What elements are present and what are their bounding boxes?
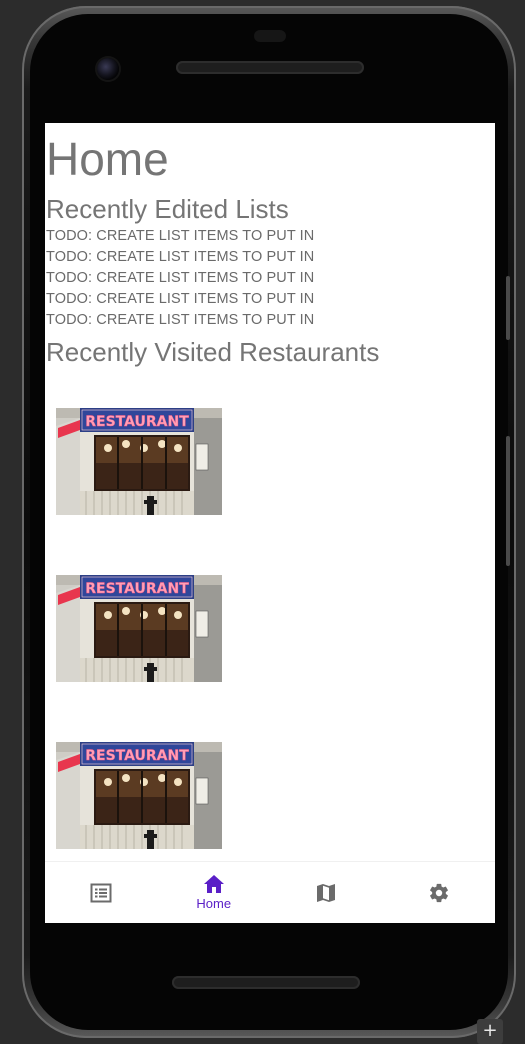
restaurant-thumbnail[interactable]: RESTAURANT xyxy=(56,575,222,682)
page-title: Home xyxy=(46,133,169,185)
home-content: Home Recently Edited Lists TODO: CREATE … xyxy=(45,123,495,861)
power-button[interactable] xyxy=(506,436,510,566)
map-icon xyxy=(317,883,336,902)
restaurant-photo: RESTAURANT xyxy=(56,408,222,515)
restaurant-thumbnail[interactable]: RESTAURANT xyxy=(56,408,222,515)
list-item[interactable]: TODO: CREATE LIST ITEMS TO PUT IN xyxy=(46,229,314,244)
nav-map[interactable] xyxy=(270,862,383,923)
nav-home-label: Home xyxy=(196,896,232,911)
home-icon xyxy=(203,875,224,893)
nav-settings[interactable] xyxy=(383,862,496,923)
list-item[interactable]: TODO: CREATE LIST ITEMS TO PUT IN xyxy=(46,250,314,265)
top-speaker xyxy=(176,61,364,74)
list-icon xyxy=(90,883,112,902)
restaurant-photo: RESTAURANT xyxy=(56,575,222,682)
settings-icon xyxy=(429,883,448,902)
earpiece xyxy=(254,30,286,42)
nav-home[interactable]: Home xyxy=(158,862,271,923)
emulator-stage: Home Recently Edited Lists TODO: CREATE … xyxy=(0,0,525,1044)
recent-restaurants-heading: Recently Visited Restaurants xyxy=(46,337,380,367)
restaurant-sign-text: RESTAURANT xyxy=(85,581,189,597)
restaurant-sign-text: RESTAURANT xyxy=(85,414,189,430)
volume-button[interactable] xyxy=(506,276,510,340)
front-camera-icon xyxy=(97,58,119,80)
nav-lists[interactable] xyxy=(45,862,158,923)
restaurant-sign-text: RESTAURANT xyxy=(85,748,189,764)
bottom-navigation: Home xyxy=(45,861,495,923)
restaurant-thumbnail[interactable]: RESTAURANT xyxy=(56,742,222,849)
restaurant-photo: RESTAURANT xyxy=(56,742,222,849)
list-item[interactable]: TODO: CREATE LIST ITEMS TO PUT IN xyxy=(46,313,314,328)
recent-lists-heading: Recently Edited Lists xyxy=(46,194,289,224)
app-screen: Home Recently Edited Lists TODO: CREATE … xyxy=(45,123,495,923)
bottom-speaker xyxy=(172,976,360,989)
list-item[interactable]: TODO: CREATE LIST ITEMS TO PUT IN xyxy=(46,292,314,307)
emulator-add-button[interactable]: + xyxy=(477,1019,503,1044)
list-item[interactable]: TODO: CREATE LIST ITEMS TO PUT IN xyxy=(46,271,314,286)
